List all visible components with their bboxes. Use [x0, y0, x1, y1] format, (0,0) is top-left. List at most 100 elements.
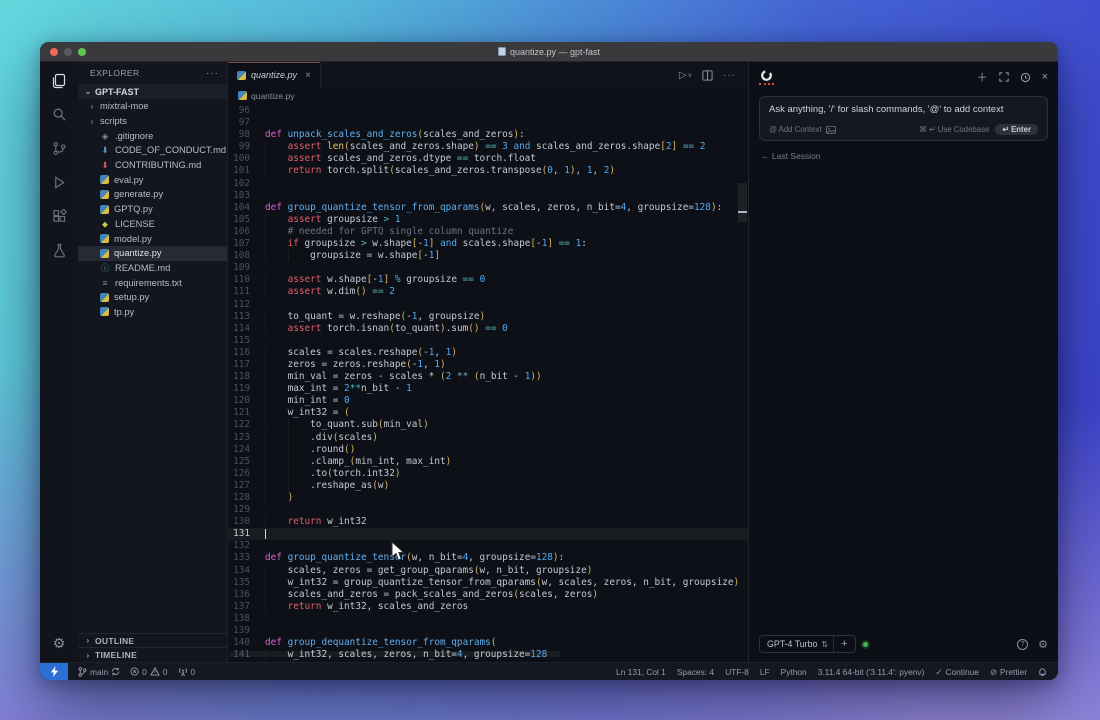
code-line[interactable]: 97 [228, 117, 748, 129]
line-number[interactable]: 130 [228, 516, 250, 528]
line-number[interactable]: 110 [228, 274, 250, 286]
gear-icon[interactable]: ⚙ [1038, 638, 1048, 651]
code-line[interactable]: 123 .div(scales) [228, 432, 748, 444]
code-line[interactable]: 96 [228, 105, 748, 117]
code-line[interactable]: 127 .reshape_as(w) [228, 480, 748, 492]
run-python-file-button[interactable]: ▷ ∨ [679, 70, 692, 81]
code-line[interactable]: 99 assert len(scales_and_zeros.shape) ==… [228, 141, 748, 153]
line-number[interactable]: 105 [228, 214, 250, 226]
code-line[interactable]: 126 .to(torch.int32) [228, 468, 748, 480]
line-number[interactable]: 111 [228, 286, 250, 298]
code-line[interactable]: 117 zeros = zeros.reshape(-1, 1) [228, 359, 748, 371]
line-number[interactable]: 107 [228, 238, 250, 250]
file-item-contributing-md[interactable]: ⬇CONTRIBUTING.md [78, 158, 227, 173]
file-item-tp-py[interactable]: tp.py [78, 305, 227, 320]
line-number[interactable]: 133 [228, 552, 250, 564]
source-control-icon[interactable] [51, 140, 68, 157]
problems-indicator[interactable]: 0 0 [130, 667, 167, 677]
line-number[interactable]: 132 [228, 540, 250, 552]
line-number[interactable]: 131 [228, 528, 250, 540]
code-line[interactable]: 116 scales = scales.reshape(-1, 1) [228, 347, 748, 359]
code-line[interactable]: 115 [228, 335, 748, 347]
line-number[interactable]: 98 [228, 129, 250, 141]
indentation[interactable]: Spaces: 4 [677, 667, 714, 677]
code-line[interactable]: 106 # needed for GPTQ single column quan… [228, 226, 748, 238]
file-item-gptq-py[interactable]: GPTQ.py [78, 202, 227, 217]
code-line[interactable]: 125 .clamp_(min_int, max_int) [228, 456, 748, 468]
code-line[interactable]: 124 .round() [228, 444, 748, 456]
search-icon[interactable] [51, 106, 68, 123]
explorer-root-folder[interactable]: ⌄ GPT-FAST [78, 84, 227, 99]
git-branch-indicator[interactable]: main [78, 667, 120, 677]
testing-icon[interactable] [51, 242, 68, 259]
outline-section[interactable]: › OUTLINE [78, 634, 227, 648]
line-number[interactable]: 112 [228, 299, 250, 311]
explorer-icon[interactable] [51, 72, 68, 89]
cursor-position[interactable]: Ln 131, Col 1 [616, 667, 666, 677]
code-line[interactable]: 102 [228, 178, 748, 190]
line-number[interactable]: 114 [228, 323, 250, 335]
new-session-icon[interactable]: ＋ [977, 69, 988, 85]
line-number[interactable]: 122 [228, 419, 250, 431]
file-item-readme-md[interactable]: ⓘREADME.md [78, 261, 227, 276]
encoding[interactable]: UTF-8 [725, 667, 749, 677]
line-number[interactable]: 102 [228, 178, 250, 190]
file-item-quantize-py[interactable]: quantize.py [78, 246, 227, 261]
code-line[interactable]: 133def group_quantize_tensor(w, n_bit=4,… [228, 552, 748, 564]
enter-button[interactable]: ↵ Enter [995, 124, 1038, 135]
code-line[interactable]: 107 if groupsize > w.shape[-1] and scale… [228, 238, 748, 250]
code-line[interactable]: 101 return torch.split(scales_and_zeros.… [228, 165, 748, 177]
code-line[interactable]: 139 [228, 625, 748, 637]
file-item-setup-py[interactable]: setup.py [78, 290, 227, 305]
line-number[interactable]: 121 [228, 407, 250, 419]
code-line[interactable]: 138 [228, 613, 748, 625]
line-number[interactable]: 128 [228, 492, 250, 504]
line-number[interactable]: 125 [228, 456, 250, 468]
code-line[interactable]: 131 [228, 528, 748, 540]
code-line[interactable]: 122 to_quant.sub(min_val) [228, 419, 748, 431]
code-line[interactable]: 111 assert w.dim() == 2 [228, 286, 748, 298]
code-line[interactable]: 132 [228, 540, 748, 552]
add-context-button[interactable]: @ Add Context [769, 125, 836, 134]
help-icon[interactable]: ? [1017, 639, 1028, 650]
file-item-requirements-txt[interactable]: ≡requirements.txt [78, 275, 227, 290]
line-number[interactable]: 109 [228, 262, 250, 274]
line-number[interactable]: 119 [228, 383, 250, 395]
code-line[interactable]: 100 assert scales_and_zeros.dtype == tor… [228, 153, 748, 165]
use-codebase-hint[interactable]: ⌘ ↵ Use Codebase [919, 125, 989, 134]
line-number[interactable]: 136 [228, 589, 250, 601]
line-number[interactable]: 106 [228, 226, 250, 238]
code-line[interactable]: 105 assert groupsize > 1 [228, 214, 748, 226]
code-line[interactable]: 129 [228, 504, 748, 516]
add-model-button[interactable]: + [833, 636, 854, 652]
history-icon[interactable] [1020, 72, 1031, 83]
ports-indicator[interactable]: 0 [178, 667, 196, 677]
code-line[interactable]: 135 w_int32 = group_quantize_tensor_from… [228, 577, 748, 589]
code-line[interactable]: 119 max_int = 2**n_bit - 1 [228, 383, 748, 395]
code-line[interactable]: 110 assert w.shape[-1] % groupsize == 0 [228, 274, 748, 286]
code-line[interactable]: 98def unpack_scales_and_zeros(scales_and… [228, 129, 748, 141]
code-line[interactable]: 109 [228, 262, 748, 274]
line-number[interactable]: 140 [228, 637, 250, 649]
chat-input[interactable]: Ask anything, '/' for slash commands, '@… [759, 96, 1048, 141]
code-line[interactable]: 114 assert torch.isnan(to_quant).sum() =… [228, 323, 748, 335]
line-number[interactable]: 139 [228, 625, 250, 637]
file-item-eval-py[interactable]: eval.py [78, 172, 227, 187]
code-line[interactable]: 128 ) [228, 492, 748, 504]
line-number[interactable]: 138 [228, 613, 250, 625]
settings-gear-icon[interactable]: ⚙ [51, 635, 68, 652]
notifications-bell[interactable] [1038, 667, 1047, 677]
code-editor[interactable]: 969798def unpack_scales_and_zeros(scales… [228, 103, 748, 662]
eol[interactable]: LF [760, 667, 770, 677]
folder-item-mixtral-moe[interactable]: ›mixtral-moe [78, 99, 227, 114]
line-number[interactable]: 101 [228, 165, 250, 177]
editor-scrollbar[interactable] [738, 183, 747, 222]
code-line[interactable]: 136 scales_and_zeros = pack_scales_and_z… [228, 589, 748, 601]
line-number[interactable]: 116 [228, 347, 250, 359]
continue-status[interactable]: ✓ Continue [935, 667, 979, 677]
file-item-code-of-conduct-md[interactable]: ⬇CODE_OF_CONDUCT.md [78, 143, 227, 158]
line-number[interactable]: 137 [228, 601, 250, 613]
line-number[interactable]: 134 [228, 565, 250, 577]
code-line[interactable]: 120 min_int = 0 [228, 395, 748, 407]
line-number[interactable]: 96 [228, 105, 250, 117]
